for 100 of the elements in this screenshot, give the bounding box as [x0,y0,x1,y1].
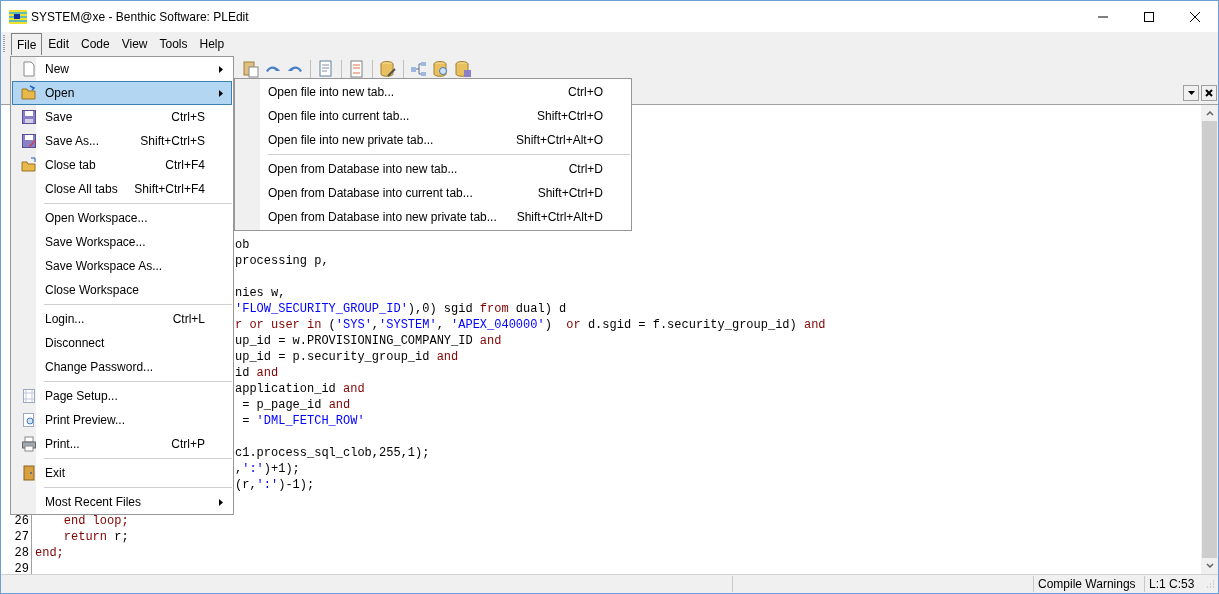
code-line: ,':')+1); [235,461,300,477]
menu-option[interactable]: Print Preview... [12,408,232,432]
menu-label: Page Setup... [45,388,119,405]
menu-option[interactable]: Close tab Ctrl+F4 [12,153,232,177]
code-line: application_id and [235,381,365,397]
menu-label: Print Preview... [45,412,127,429]
menu-option[interactable]: Save As... Shift+Ctrl+S [12,129,232,153]
menu-label: Open Workspace... [45,210,149,227]
menu-option[interactable]: New [12,57,232,81]
line-number: 29 [13,561,30,577]
shortcut-label: Ctrl+P [171,436,205,453]
menu-option[interactable]: Most Recent Files [12,490,232,514]
menu-option[interactable]: Disconnect [12,331,232,355]
dropdown-icon [1187,90,1195,95]
menu-option[interactable]: Open file into current tab... Shift+Ctrl+O [235,104,631,128]
page-icon [21,61,37,77]
menu-label: Open [45,85,76,102]
shortcut-label: Shift+Ctrl+O [536,108,603,125]
menu-label: Save As... [45,133,101,150]
menu-item[interactable]: Code [75,33,116,55]
status-text: Compile Warnings [1037,576,1137,593]
app-icon [9,9,27,24]
menu-label: Open from Database into current tab... [268,185,474,202]
vertical-scrollbar[interactable] [1201,105,1218,574]
line-number: 27 [13,529,30,545]
shortcut-label: Shift+Ctrl+D [537,185,603,202]
menu-label: New [45,61,70,78]
menu-option[interactable]: Change Password... [12,355,232,379]
shortcut-label: Ctrl+L [172,311,205,328]
menu-option[interactable]: Open from Database into new private tab... Shift+Ctrl+Alt+D [235,205,631,229]
shortcut-label: Ctrl+S [171,109,205,126]
menu-option[interactable]: Open Workspace... [12,206,232,230]
menu-option[interactable]: Page Setup... [12,384,232,408]
menu-label: Exit [45,465,66,482]
code-line: r or user in ('SYS','SYSTEM', 'APEX_040000') or d.sgid = f.security_group_id) and [235,317,826,333]
paste-icon[interactable] [241,58,261,79]
menu-label: Print... [45,436,81,453]
code-line: = 'DML_FETCH_ROW' [241,413,365,429]
menu-item[interactable]: File [11,33,43,55]
menu-option[interactable]: Open from Database into current tab... Shift+Ctrl+D [235,181,631,205]
window-title: SYSTEM@xe - Benthic Software: PLEdit [31,8,249,26]
menu-option[interactable]: Save Workspace As... [12,254,232,278]
close-tab-button[interactable] [1201,84,1217,101]
menu-option[interactable]: Save Workspace... [12,230,232,254]
database-save-icon[interactable] [453,58,473,79]
menu-option[interactable]: Open file into new tab... Ctrl+O [235,80,631,104]
menu-option[interactable]: Print... Ctrl+P [12,432,232,456]
shortcut-label: Shift+Ctrl+S [140,133,205,150]
menu-label: Open from Database into new private tab... [268,209,498,226]
menu-item[interactable]: Edit [42,33,76,55]
menu-label: Save [45,109,74,126]
floppy-pencil-icon [21,133,37,149]
shortcut-label: Shift+Ctrl+Alt+O [515,132,603,149]
menu-option[interactable]: Close Workspace [12,278,232,302]
shortcut-label: Ctrl+O [568,84,603,101]
folder-icon [21,157,37,173]
code-line: c1.process_sql_clob,255,1); [235,445,430,461]
close-icon [1205,88,1213,97]
shortcut-label: Shift+Ctrl+Alt+D [516,209,603,226]
magnifier-page-icon [21,412,37,428]
menu-label: Open file into new private tab... [268,132,435,149]
line-number: 26 [13,513,30,529]
menu-label: Close Workspace [45,282,140,299]
menu-option[interactable]: Open from Database into new tab... Ctrl+D [235,157,631,181]
menu-option[interactable]: Login... Ctrl+L [12,307,232,331]
menu-label: Open file into current tab... [268,108,411,125]
code-line: (r,':')-1); [235,477,315,493]
menu-label: Disconnect [45,335,106,352]
code-line: ob [235,237,250,253]
line-number: 28 [13,545,30,561]
grip-icon [3,35,6,53]
menu-label: Most Recent Files [45,494,143,511]
menu-label: Save Workspace As... [45,258,164,275]
code-line: return r; [62,529,129,545]
menu-option[interactable]: Exit [12,461,232,485]
code-line: up_id = p.security_group_id and [235,349,459,365]
menu-option[interactable]: Close All tabs Shift+Ctrl+F4 [12,177,232,201]
code-line: = p_page_id and [241,397,351,413]
menu-item[interactable]: Help [193,33,231,55]
menu-label: Change Password... [45,359,155,376]
menu-item[interactable]: Tools [153,33,194,55]
folder-icon [21,85,37,101]
database-tools-icon[interactable] [378,58,398,79]
menu-label: Open from Database into new tab... [268,161,459,178]
menu-label: Save Workspace... [45,234,147,251]
shortcut-label: Ctrl+D [568,161,603,178]
menu-option[interactable]: Open file into new private tab... Shift+Ctrl+Alt+O [235,128,631,152]
code-line: end; [35,545,64,561]
code-line: id and [235,365,279,381]
shortcut-label: Shift+Ctrl+F4 [134,181,205,198]
code-line: end loop; [62,513,129,529]
page-grid-icon [21,388,37,404]
menu-label: Login... [45,311,86,328]
menu-item[interactable]: View [115,33,154,55]
tab-list-button[interactable] [1183,84,1199,101]
close-icon [1190,11,1200,22]
door-icon [21,465,37,481]
resize-grip-icon[interactable] [1205,579,1215,589]
menu-option[interactable]: Save Ctrl+S [12,105,232,129]
menu-option[interactable]: Open [12,81,232,105]
